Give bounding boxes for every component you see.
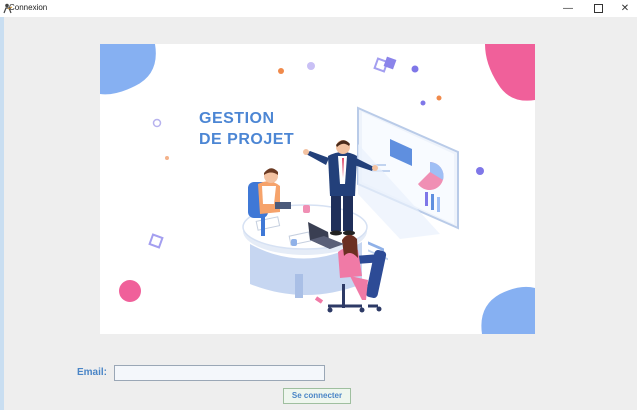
team-meeting-illustration [100,44,535,334]
maximize-button[interactable] [584,0,612,17]
connect-button[interactable]: Se connecter [283,388,351,404]
banner-heading-line1: GESTION [199,110,275,127]
close-button[interactable]: ✕ [611,0,637,17]
title-bar: Connexion — ✕ [0,0,637,17]
banner-illustration: GESTION DE PROJET [100,44,535,334]
email-field[interactable] [114,365,325,381]
banner-heading-line2: DE PROJET [199,131,295,148]
maximize-icon [593,4,603,13]
minimize-button[interactable]: — [554,0,582,17]
email-label: Email: [77,367,108,378]
desktop-edge [0,0,4,410]
window-title: Connexion [9,3,48,12]
